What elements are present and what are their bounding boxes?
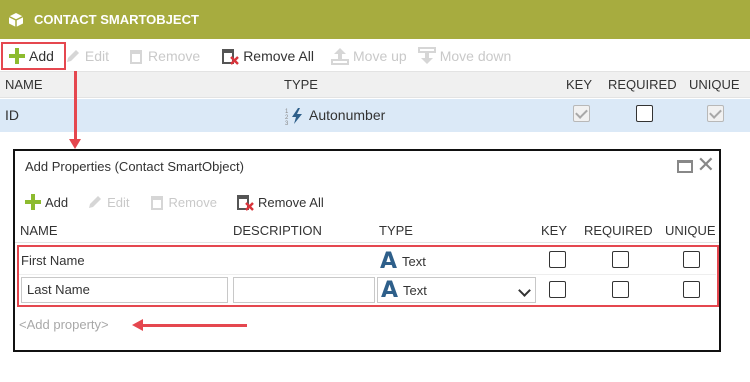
column-name: NAME — [5, 77, 43, 92]
row1-name: First Name — [21, 253, 85, 268]
plus-icon — [25, 194, 41, 210]
add-properties-dialog: Add Properties (Contact SmartObject) ✕ A… — [13, 149, 721, 352]
add-button-highlight — [1, 42, 66, 70]
table-row[interactable]: ID 1 2 3 Autonumber — [0, 99, 750, 132]
annotation-arrow-left — [132, 319, 247, 331]
edit-button-label: Edit — [84, 48, 110, 64]
move-up-button[interactable]: Move up — [325, 43, 412, 69]
properties-header: NAME TYPE KEY REQUIRED UNIQUE — [0, 71, 750, 98]
pencil-icon — [89, 196, 102, 208]
svg-text:3: 3 — [285, 121, 289, 125]
move-down-button-label: Move down — [439, 48, 512, 64]
id-row-type: Autonumber — [309, 107, 386, 123]
chevron-down-icon — [518, 284, 531, 297]
close-icon[interactable]: ✕ — [697, 154, 715, 176]
move-up-icon — [331, 48, 349, 65]
id-unique-checkbox[interactable] — [707, 105, 724, 122]
text-type-icon: A — [380, 248, 398, 274]
add-property-link[interactable]: <Add property> — [19, 317, 109, 332]
id-required-checkbox[interactable] — [636, 105, 653, 122]
column-unique: UNIQUE — [689, 77, 740, 92]
trash-icon — [130, 50, 143, 64]
annotation-arrow-down — [69, 71, 81, 149]
id-row-name: ID — [5, 107, 19, 123]
trash-x-icon — [222, 49, 240, 65]
dialog-column-name: NAME — [20, 223, 58, 238]
edit-button[interactable]: Edit — [59, 43, 114, 69]
dialog-edit-button[interactable]: Edit — [81, 189, 134, 215]
row2-required-checkbox[interactable] — [612, 281, 629, 298]
column-required: REQUIRED — [608, 77, 677, 92]
table-row[interactable]: Last Name A Text — [19, 276, 716, 304]
remove-button[interactable]: Remove — [122, 43, 205, 69]
dialog-remove-all-label: Remove All — [257, 194, 324, 210]
dialog-remove-all-button[interactable]: Remove All — [230, 189, 329, 215]
trash-icon — [150, 196, 163, 210]
page-title: CONTACT SMARTOBJECT — [34, 12, 199, 27]
dialog-column-type: TYPE — [379, 223, 413, 238]
move-down-icon — [417, 47, 436, 64]
id-key-checkbox[interactable] — [573, 105, 590, 122]
dialog-remove-button[interactable]: Remove — [143, 189, 222, 215]
move-up-button-label: Move up — [353, 48, 407, 64]
last-name-input[interactable]: Last Name — [21, 277, 228, 303]
move-down-button[interactable]: Move down — [412, 43, 517, 69]
main-toolbar: Add Edit Remove Remove All Move up Move … — [0, 41, 750, 71]
row2-type-label: Text — [403, 282, 427, 298]
row2-unique-checkbox[interactable] — [683, 281, 700, 298]
column-type: TYPE — [284, 77, 318, 92]
row2-name: Last Name — [27, 282, 90, 297]
autonumber-icon: 1 2 3 — [285, 108, 302, 125]
remove-all-button[interactable]: Remove All — [215, 43, 319, 69]
dialog-add-label: Add — [45, 194, 69, 210]
maximize-icon[interactable] — [677, 160, 693, 173]
table-row[interactable]: First Name A Text — [19, 247, 716, 275]
dialog-column-required: REQUIRED — [584, 223, 653, 238]
dialog-columns-header: NAME DESCRIPTION TYPE KEY REQUIRED UNIQU… — [15, 219, 719, 243]
remove-button-label: Remove — [148, 48, 201, 64]
dialog-column-unique: UNIQUE — [665, 223, 716, 238]
row1-key-checkbox[interactable] — [549, 251, 566, 268]
dialog-edit-label: Edit — [107, 194, 130, 210]
description-input[interactable] — [233, 277, 375, 303]
row2-key-checkbox[interactable] — [549, 281, 566, 298]
remove-all-button-label: Remove All — [243, 48, 314, 64]
dialog-column-description: DESCRIPTION — [233, 223, 322, 238]
dialog-column-key: KEY — [541, 223, 568, 238]
text-type-icon: A — [381, 277, 399, 303]
dialog-remove-label: Remove — [168, 194, 217, 210]
dialog-add-button[interactable]: Add — [19, 189, 73, 215]
smartobject-titlebar: CONTACT SMARTOBJECT — [0, 0, 750, 39]
row1-type[interactable]: A Text — [380, 248, 426, 274]
row1-type-label: Text — [402, 253, 426, 269]
dialog-title: Add Properties (Contact SmartObject) — [25, 159, 244, 174]
row1-required-checkbox[interactable] — [612, 251, 629, 268]
cube-icon — [8, 12, 24, 27]
type-dropdown[interactable]: A Text — [377, 277, 536, 303]
new-properties-highlight: First Name A Text Last Name A Text — [17, 245, 719, 307]
dialog-toolbar: Add Edit Remove Remove All — [19, 189, 329, 215]
trash-x-icon — [236, 195, 254, 211]
row1-unique-checkbox[interactable] — [683, 251, 700, 268]
column-key: KEY — [566, 77, 593, 92]
pencil-icon — [66, 50, 79, 62]
